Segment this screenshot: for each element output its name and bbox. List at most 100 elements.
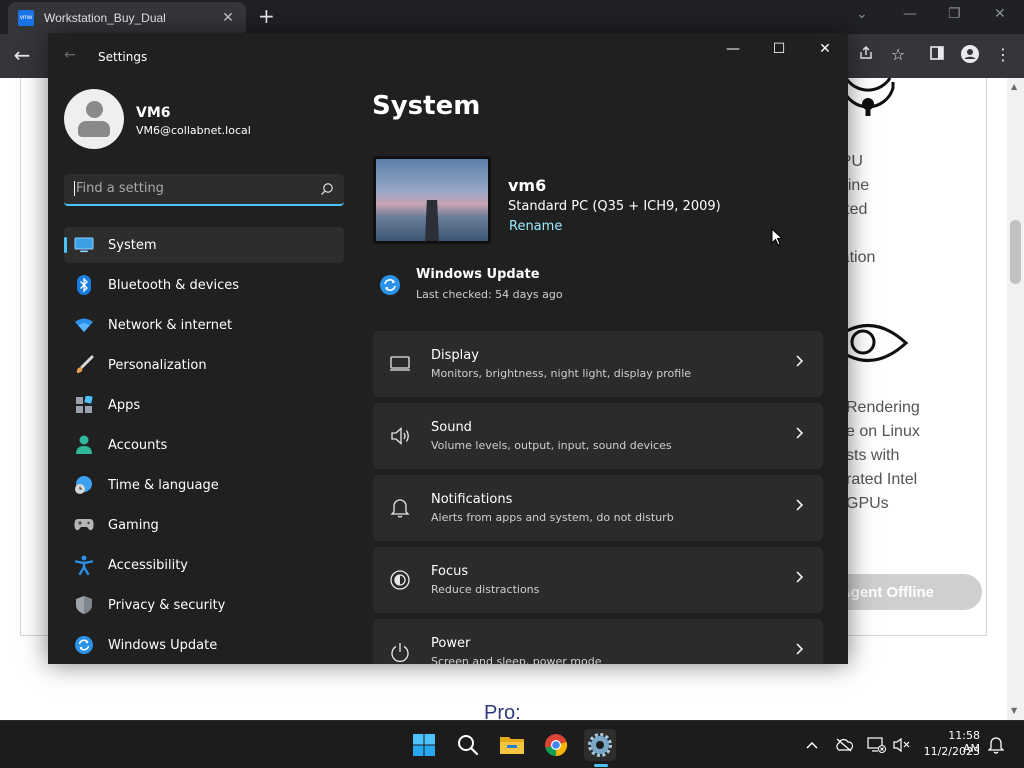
nav-label: Privacy & security [108, 597, 226, 613]
notification-bell-icon[interactable] [986, 735, 1006, 755]
power-card[interactable]: Power Screen and sleep, power mode [373, 619, 823, 664]
nav-item-bluetooth[interactable]: Bluetooth & devices [64, 267, 344, 303]
search-icon[interactable] [320, 182, 334, 196]
chevron-right-icon [796, 643, 804, 655]
chevron-right-icon [796, 499, 804, 511]
nav-item-accounts[interactable]: Accounts [64, 427, 344, 463]
device-model: Standard PC (Q35 + ICH9, 2009) [508, 199, 721, 214]
settings-close-button[interactable]: ✕ [813, 41, 837, 57]
favicon-text: vmw [19, 15, 33, 21]
tray-overflow-chevron-icon[interactable] [802, 735, 822, 755]
power-icon [391, 643, 409, 663]
nav-label: Gaming [108, 517, 159, 533]
onedrive-offline-icon[interactable] [834, 735, 854, 755]
scroll-up-icon[interactable]: ▲ [1011, 82, 1017, 91]
chrome-icon [545, 734, 568, 757]
page-title: System [372, 91, 481, 121]
side-panel-icon[interactable] [927, 45, 947, 66]
device-name: vm6 [508, 176, 547, 195]
nav-item-privacy-security[interactable]: Privacy & security [64, 587, 344, 623]
search-input[interactable] [74, 181, 304, 196]
nav-item-system[interactable]: System [64, 227, 344, 263]
user-email: VM6@collabnet.local [136, 124, 251, 137]
nav-item-time-language[interactable]: Time & language [64, 467, 344, 503]
avatar[interactable] [64, 89, 124, 149]
chevron-right-icon [796, 355, 804, 367]
display-card[interactable]: Display Monitors, brightness, night ligh… [373, 331, 823, 397]
card-description: Reduce distractions [431, 583, 540, 596]
vmware-favicon-icon: vmw [18, 10, 34, 26]
settings-nav: System Bluetooth & devices Network & int… [64, 227, 344, 664]
avatar-head [86, 101, 103, 118]
gamepad-icon [74, 515, 94, 535]
file-explorer-button[interactable] [496, 729, 528, 761]
volume-muted-icon[interactable] [892, 735, 912, 755]
feature-line: GPUs [846, 495, 889, 512]
card-title: Display [431, 348, 479, 363]
browser-tab[interactable]: vmw Workstation_Buy_Dual ✕ [8, 2, 246, 34]
settings-back-icon[interactable]: ← [64, 47, 76, 63]
browser-restore-button[interactable]: ❐ [948, 6, 961, 22]
profile-icon[interactable] [960, 45, 980, 68]
settings-minimize-button[interactable]: — [721, 41, 745, 57]
bluetooth-icon [74, 275, 94, 295]
settings-window-title: Settings [98, 50, 148, 64]
notifications-card[interactable]: Notifications Alerts from apps and syste… [373, 475, 823, 541]
browser-minimize-button[interactable]: — [903, 6, 917, 22]
nav-item-gaming[interactable]: Gaming [64, 507, 344, 543]
nav-label: Bluetooth & devices [108, 277, 239, 293]
user-name: VM6 [136, 105, 171, 121]
browser-menu-icon[interactable]: ⋮ [993, 45, 1013, 65]
nav-item-accessibility[interactable]: Accessibility [64, 547, 344, 583]
chevron-right-icon [796, 571, 804, 583]
page-scrollbar[interactable]: ▲ ▼ [1007, 78, 1024, 720]
accessibility-icon [74, 555, 94, 575]
wifi-icon [74, 315, 94, 335]
card-title: Sound [431, 420, 472, 435]
start-icon [413, 734, 435, 756]
nav-item-network[interactable]: Network & internet [64, 307, 344, 343]
settings-search[interactable] [64, 174, 344, 206]
share-icon[interactable] [856, 45, 876, 66]
windows-update-title[interactable]: Windows Update [416, 267, 540, 282]
shield-icon [74, 595, 94, 615]
chevron-right-icon [796, 427, 804, 439]
windows-update-icon[interactable] [379, 274, 401, 296]
person-icon [74, 435, 94, 455]
rename-link[interactable]: Rename [509, 219, 562, 234]
taskbar-search-button[interactable] [452, 729, 484, 761]
tab-search-chevron-icon[interactable]: ⌄ [856, 6, 868, 22]
nav-item-windows-update[interactable]: Windows Update [64, 627, 344, 663]
feature-line: Rendering [846, 399, 920, 416]
scrollbar-thumb[interactable] [1010, 220, 1021, 284]
nav-label: Network & internet [108, 317, 233, 333]
chrome-button[interactable] [540, 729, 572, 761]
desktop-wallpaper-thumbnail[interactable] [373, 156, 491, 244]
network-disconnected-icon[interactable] [866, 735, 886, 755]
tab-close-icon[interactable]: ✕ [220, 10, 236, 26]
card-description: Volume levels, output, input, sound devi… [431, 439, 672, 452]
apps-icon [74, 395, 94, 415]
settings-taskbar-button[interactable] [584, 729, 616, 761]
nav-item-personalization[interactable]: Personalization [64, 347, 344, 383]
card-description: Alerts from apps and system, do not dist… [431, 511, 674, 524]
update-icon [74, 635, 94, 655]
mouse-cursor-icon [771, 228, 783, 246]
feature-line: e on Linux [846, 423, 920, 440]
bookmark-star-icon[interactable]: ☆ [888, 45, 908, 65]
card-title: Notifications [431, 492, 513, 507]
nav-item-apps[interactable]: Apps [64, 387, 344, 423]
focus-card[interactable]: Focus Reduce distractions [373, 547, 823, 613]
settings-maximize-button[interactable]: ☐ [767, 41, 791, 57]
card-title: Focus [431, 564, 469, 579]
search-icon [458, 735, 479, 756]
globe-clock-icon [74, 475, 94, 495]
browser-back-icon[interactable]: ← [12, 45, 32, 65]
clock-date[interactable]: 11/2/2023 [920, 745, 980, 758]
feature-line: sts with [846, 447, 900, 464]
start-button[interactable] [408, 729, 440, 761]
new-tab-button[interactable]: + [258, 5, 275, 27]
browser-close-button[interactable]: ✕ [994, 6, 1006, 22]
scroll-down-icon[interactable]: ▼ [1011, 706, 1017, 715]
sound-card[interactable]: Sound Volume levels, output, input, soun… [373, 403, 823, 469]
